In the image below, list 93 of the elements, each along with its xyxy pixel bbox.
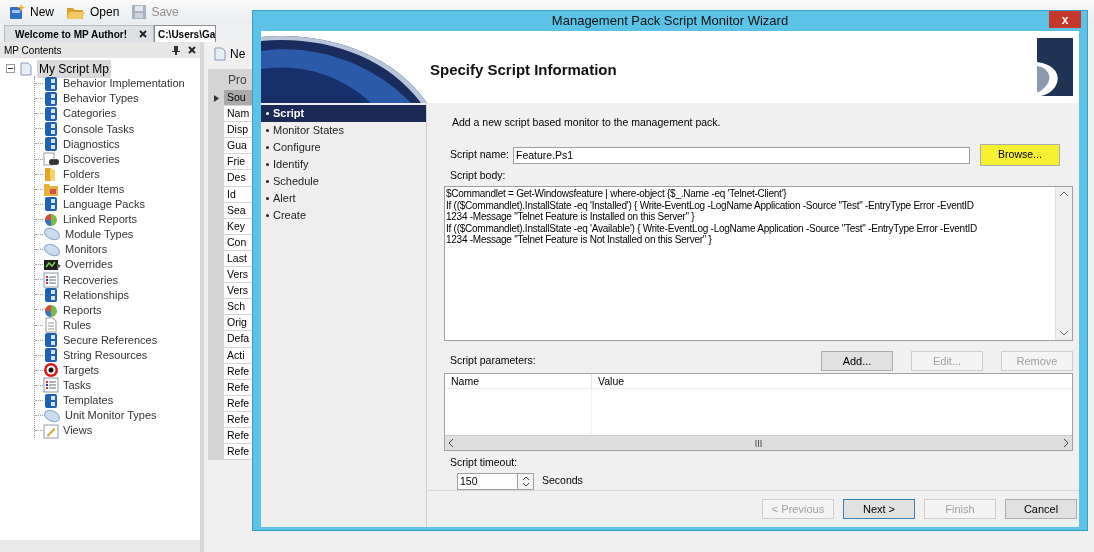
vertical-scrollbar[interactable]	[1055, 187, 1072, 340]
code-line: 1234 -Message "Telnet Feature is Not Installed on this Server" }	[446, 234, 712, 246]
page-heading: Specify Script Information	[430, 59, 617, 80]
folder-icon	[43, 181, 59, 198]
pie-chart-icon	[43, 211, 59, 228]
tree-item[interactable]: Discoveries	[63, 150, 120, 168]
field-label: Script body:	[450, 168, 507, 184]
column-header[interactable]: Name	[445, 374, 592, 388]
tree-item[interactable]: Recoveries	[63, 271, 119, 288]
tree-item[interactable]: Monitors	[65, 241, 108, 258]
cube-icon	[43, 392, 59, 409]
panel-title: MP Contents	[4, 43, 62, 58]
logo-icon	[1037, 37, 1073, 96]
cube-icon	[43, 347, 59, 364]
cube-icon	[43, 196, 59, 213]
capsule-icon	[43, 241, 61, 258]
toolbar-button[interactable]: New	[8, 3, 54, 21]
wizard-step[interactable]: Script	[261, 104, 426, 122]
document-icon	[19, 61, 33, 76]
intro-text: Add a new script based monitor to the management pack.	[452, 114, 722, 130]
new-document-icon	[8, 4, 26, 20]
cube-icon	[43, 90, 59, 107]
tree-item[interactable]: My Script Mp	[37, 59, 111, 78]
document-tab[interactable]: Welcome to MP Author!	[4, 25, 155, 42]
tree-item[interactable]: Behavior Types	[63, 90, 139, 107]
unit-label: Seconds	[542, 473, 583, 489]
close-icon[interactable]	[188, 46, 196, 54]
tree-item[interactable]: Tasks	[63, 377, 92, 394]
tree-item[interactable]: Unit Monitor Types	[65, 407, 157, 424]
code-line: 1234 -Message "Telnet Feature is Installed on this Server" }	[446, 211, 695, 223]
list-icon	[43, 377, 59, 394]
script-name-field[interactable]: Feature.Ps1	[513, 146, 970, 164]
tree-item[interactable]: Rules	[63, 316, 92, 334]
tree-item[interactable]: Diagnostics	[63, 135, 120, 153]
column-header: Pro	[228, 71, 247, 89]
tree-item[interactable]: String Resources	[63, 347, 148, 364]
tree-item[interactable]: Reports	[63, 301, 102, 319]
window-title: Management Pack Script Monitor Wizard	[551, 12, 789, 30]
toolbar-label[interactable]: Ne	[230, 45, 246, 63]
tree-item[interactable]: Targets	[63, 362, 100, 379]
grip-icon	[755, 439, 762, 447]
tree-item[interactable]: Folder Items	[63, 180, 125, 198]
scroll-left-icon[interactable]	[448, 439, 453, 447]
field-label: Script timeout:	[450, 455, 519, 470]
scroll-down-icon[interactable]	[1060, 331, 1068, 336]
code-line: If (($Commandlet).InstallState -eq 'Installed') { Write-EventLog -LogName Application -Source "Test" -EntryType Error -EventID	[446, 199, 974, 211]
default-button[interactable]: Next >	[843, 499, 915, 520]
document-icon	[43, 317, 59, 334]
tree-item[interactable]: Overrides	[65, 256, 113, 273]
tree-item[interactable]: Secure References	[63, 331, 158, 349]
toolbar-button[interactable]: Open	[66, 3, 120, 21]
tree-item[interactable]: Behavior Implementation	[63, 75, 185, 92]
dialog-button[interactable]: Cancel	[1005, 499, 1077, 520]
list-icon	[43, 271, 59, 288]
tree-item[interactable]: Linked Reports	[63, 211, 137, 228]
document-icon	[214, 47, 226, 61]
column-header[interactable]: Value	[592, 374, 1072, 388]
document-tab[interactable]: C:\Users\Ga	[154, 25, 217, 42]
row-pointer-icon	[213, 94, 219, 102]
cube-icon	[43, 332, 59, 349]
tree-item[interactable]: Folders	[63, 165, 100, 183]
tree-item[interactable]: Views	[63, 422, 93, 439]
spin-down-icon[interactable]	[522, 483, 529, 487]
code-line: $Commandlet = Get-Windowsfeature | where-object {$_.Name -eq 'Telnet-Client'}	[446, 188, 787, 200]
script-body-field[interactable]	[444, 186, 1073, 341]
tree-item[interactable]: Module Types	[65, 226, 134, 243]
pencil-icon	[43, 422, 59, 439]
horizontal-scrollbar[interactable]	[445, 435, 1072, 450]
spin-up-icon[interactable]	[522, 475, 529, 480]
pin-icon[interactable]	[172, 45, 180, 55]
close-button[interactable]: x	[1049, 11, 1081, 28]
close-icon[interactable]	[139, 30, 148, 38]
field-label: Script parameters:	[450, 353, 537, 369]
cube-icon	[43, 135, 59, 152]
horizontal-scrollbar[interactable]	[0, 540, 200, 552]
tree-item[interactable]: Templates	[63, 392, 114, 409]
tree-item[interactable]: Language Packs	[63, 196, 145, 213]
scroll-up-icon[interactable]	[1060, 191, 1068, 196]
code-line: If (($Commandlet).InstallState -eq 'Available') { Write-EventLog -LogName Application -Source "Test" -EntryType Error -EventID	[446, 222, 977, 234]
expander-toggle[interactable]	[6, 64, 15, 73]
tree-item[interactable]: Console Tasks	[63, 120, 135, 138]
dialog-button[interactable]: Add...	[821, 351, 893, 371]
timeout-spinner[interactable]: 150	[457, 472, 534, 490]
tree-item[interactable]: Categories	[63, 105, 117, 122]
cube-icon	[43, 120, 59, 137]
tree-item[interactable]: Relationships	[63, 286, 130, 304]
target-icon	[43, 362, 59, 379]
cube-icon	[43, 105, 59, 122]
capsule-icon	[43, 226, 61, 243]
browse-button[interactable]: Browse...	[980, 144, 1060, 167]
scroll-right-icon[interactable]	[1064, 439, 1069, 447]
capsule-icon	[43, 407, 61, 424]
field-label: Script name:	[450, 147, 510, 163]
